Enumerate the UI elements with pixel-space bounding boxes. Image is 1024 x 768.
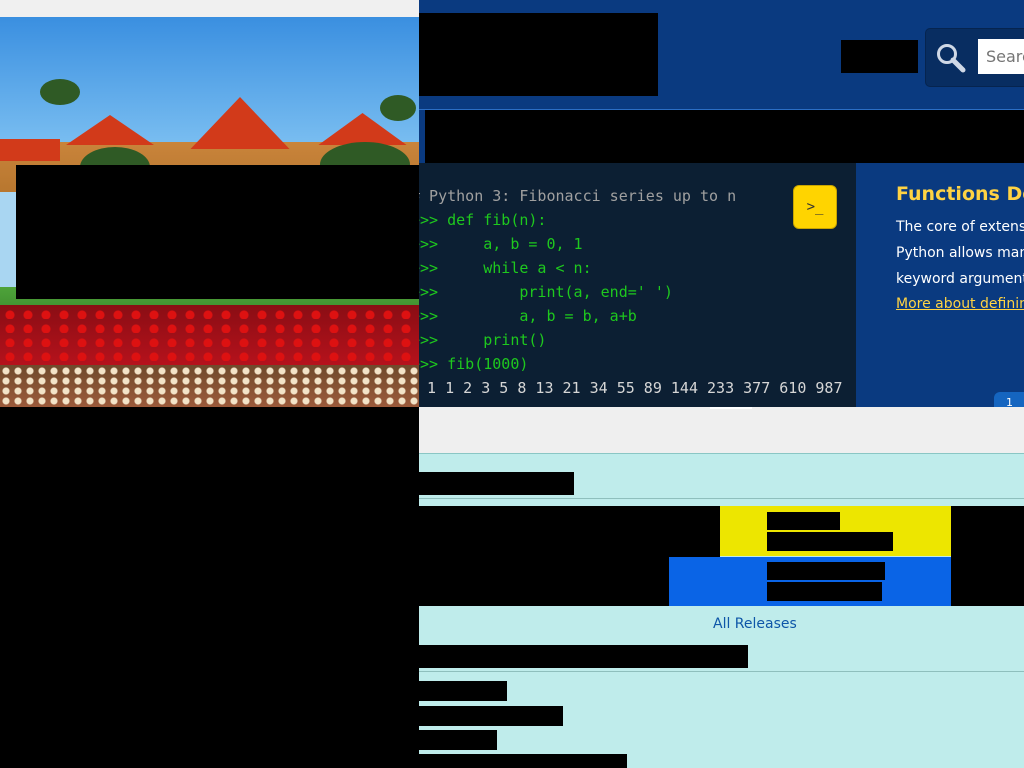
campus-photo: [0, 17, 419, 407]
redacted-list-item[interactable]: [419, 754, 627, 768]
feature-more-link[interactable]: More about defining functions in Python …: [896, 296, 1024, 312]
donate-button[interactable]: [841, 40, 918, 73]
feature-panel: Functions Defined The core of extensible…: [856, 163, 1024, 407]
search-form: [925, 28, 1024, 87]
code-output: 0 1 1 2 3 5 8 13 21 34 55 89 144 233 377…: [419, 379, 843, 397]
divider: [419, 498, 1024, 499]
photo-flower-bed: [0, 365, 419, 407]
redacted-heading: [419, 472, 574, 495]
code-line: >>> def fib(n):: [419, 211, 547, 229]
feature-title: Functions Defined: [896, 183, 1024, 205]
divider: [419, 671, 1024, 672]
photo-palm: [380, 95, 416, 121]
redacted-list-item[interactable]: [419, 706, 563, 726]
redacted-text: [767, 532, 893, 551]
photo-palm: [40, 79, 80, 105]
code-line: >>> print(): [419, 331, 547, 349]
search-icon[interactable]: [934, 41, 968, 75]
search-input[interactable]: [978, 39, 1024, 74]
redacted-text: [767, 562, 885, 580]
redacted-block: [951, 506, 1024, 606]
feature-text-line: The core of extensible programming is: [896, 219, 1024, 235]
left-top-strip: [0, 0, 419, 17]
photo-roof-far-left: [0, 139, 60, 161]
release-card-blue[interactable]: [669, 557, 951, 606]
feature-text-line: Python allows mandatory and optional arg…: [896, 245, 1024, 261]
code-line: >>> fib(1000): [419, 355, 529, 373]
code-sample-panel: # Python 3: Fibonacci series up to n >>>…: [419, 163, 856, 407]
code-line: >>> a, b = 0, 1: [419, 235, 583, 253]
code-line: >>> a, b = b, a+b: [419, 307, 637, 325]
redacted-left-panel: [0, 407, 419, 768]
redacted-list-item[interactable]: [419, 730, 497, 750]
strip-highlight: [710, 407, 752, 409]
slide-indicator[interactable]: 1: [994, 392, 1024, 407]
main-navigation[interactable]: [425, 110, 1024, 163]
photo-roses: [0, 305, 419, 365]
downloads-section: All Releases: [419, 453, 1024, 768]
code-comment: # Python 3: Fibonacci series up to n: [419, 187, 737, 205]
redacted-heading: [419, 645, 748, 668]
release-card-yellow[interactable]: [720, 506, 951, 556]
downloads-strip: [419, 407, 1024, 453]
redacted-text: [767, 512, 840, 530]
all-releases-link[interactable]: All Releases: [713, 616, 797, 632]
terminal-prompt-icon: >_: [806, 199, 824, 215]
site-header: [419, 0, 1024, 109]
site-logo[interactable]: [419, 13, 658, 96]
feature-text-line: keyword arguments, and even arbitrary ar…: [896, 271, 1024, 287]
redacted-list-item[interactable]: [419, 681, 507, 701]
code-line: >>> print(a, end=' '): [419, 283, 673, 301]
run-code-button[interactable]: >_: [793, 185, 837, 229]
code-line: >>> while a < n:: [419, 259, 592, 277]
redacted-text: [767, 582, 882, 601]
redacted-block: [16, 165, 419, 299]
